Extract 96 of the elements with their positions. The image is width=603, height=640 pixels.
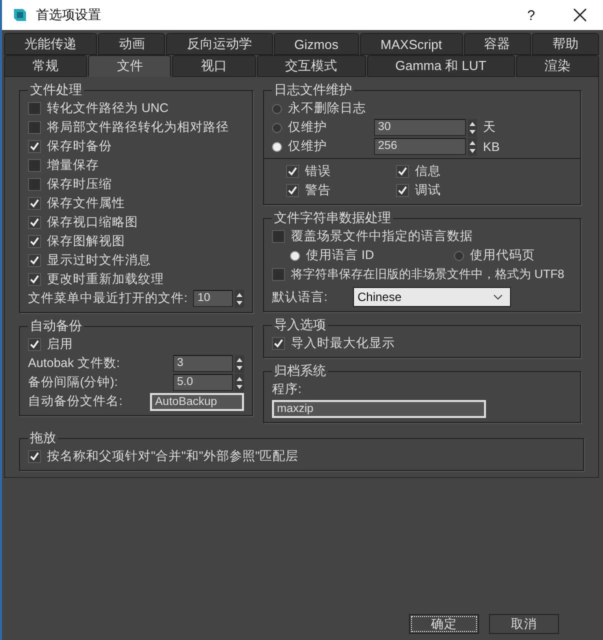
field-label: 默认语言: — [272, 288, 328, 306]
checkbox-label: 按名称和父项针对"合并"和"外部参照"匹配层 — [47, 448, 299, 465]
checkbox[interactable] — [28, 197, 41, 210]
radio-button[interactable] — [454, 250, 464, 260]
checkbox-label: 保存图解视图 — [47, 233, 125, 250]
checkbox-label: 更改时重新加载纹理 — [47, 271, 164, 288]
spinner-arrows-icon[interactable] — [235, 374, 244, 392]
field-label: 程序: — [272, 381, 302, 398]
group-title: 文件字符串数据处理 — [273, 209, 392, 227]
spinner-arrows-icon[interactable] — [235, 290, 244, 308]
checkbox-label: 转化文件路径为 UNC — [47, 100, 169, 117]
checkbox[interactable] — [286, 184, 299, 197]
tab[interactable]: MAXScript — [360, 33, 463, 55]
radio-label: 仅维护 — [288, 119, 328, 136]
checkbox-label: 警告 — [305, 182, 331, 199]
checkbox-label: 启用 — [47, 336, 73, 353]
dialog-button[interactable]: 取消 — [489, 614, 559, 634]
radio-label: 使用语言 ID — [306, 247, 374, 264]
tab[interactable]: 动画 — [98, 33, 166, 55]
checkbox[interactable] — [396, 184, 409, 197]
checkbox-label: 增量保存 — [47, 157, 99, 174]
radio-label: 使用代码页 — [470, 247, 535, 264]
tab[interactable]: 渲染 — [516, 55, 600, 77]
checkbox[interactable] — [286, 165, 299, 178]
checkbox[interactable] — [28, 159, 41, 172]
checkbox-label: 保存时备份 — [47, 138, 112, 155]
checkbox-label: 错误 — [305, 163, 331, 180]
group-title: 日志文件维护 — [273, 81, 353, 99]
tab[interactable]: 交互模式 — [256, 55, 366, 77]
checkbox[interactable] — [28, 235, 41, 248]
group-title: 导入选项 — [273, 316, 327, 334]
checkbox-label: 导入时最大化显示 — [291, 335, 395, 352]
checkbox-label: 调试 — [415, 182, 441, 199]
text-field[interactable]: AutoBackup — [150, 392, 244, 410]
tab[interactable]: Gizmos — [274, 33, 359, 55]
checkbox[interactable] — [28, 178, 41, 191]
field-label: 文件菜单中最近打开的文件: — [28, 290, 188, 307]
field-label: 自动备份文件名: — [28, 393, 122, 410]
radio-label: 永不删除日志 — [288, 100, 367, 117]
spinner-arrows-icon[interactable] — [468, 138, 477, 156]
field-label: 备份间隔(分钟): — [28, 374, 118, 391]
spinner-arrows-icon[interactable] — [235, 354, 244, 372]
number-field[interactable]: 3 — [173, 355, 233, 372]
tab[interactable]: 容器 — [464, 33, 531, 55]
checkbox[interactable] — [396, 165, 409, 178]
checkbox-label: 将局部文件路径转化为相对路径 — [47, 119, 229, 136]
text-field[interactable]: maxzip — [272, 400, 486, 418]
number-field[interactable]: 256 — [374, 138, 466, 155]
checkbox-label: 显示过时文件消息 — [47, 252, 151, 269]
checkbox[interactable] — [272, 337, 285, 350]
tab[interactable]: 常规 — [4, 55, 88, 77]
unit-label: 天 — [483, 119, 496, 136]
checkbox[interactable] — [28, 216, 41, 229]
checkbox[interactable] — [28, 254, 41, 267]
spinner-arrows-icon[interactable] — [468, 118, 477, 136]
language-dropdown[interactable]: Chinese — [353, 287, 512, 307]
number-field[interactable]: 30 — [374, 119, 466, 136]
help-button[interactable]: ? — [527, 7, 535, 23]
number-field[interactable]: 5.0 — [173, 374, 233, 391]
number-field[interactable]: 10 — [193, 290, 234, 307]
checkbox[interactable] — [28, 338, 41, 351]
checkbox-label: 覆盖场景文件中指定的语言数据 — [291, 228, 473, 245]
tab[interactable]: 文件 — [88, 55, 172, 77]
checkbox-label: 保存文件属性 — [47, 195, 125, 212]
radio-button[interactable] — [272, 142, 282, 152]
tab[interactable]: 光能传递 — [4, 33, 98, 55]
tab[interactable]: 反向运动学 — [166, 33, 273, 55]
close-icon[interactable] — [573, 8, 587, 22]
checkbox[interactable] — [28, 140, 41, 153]
tab[interactable]: 帮助 — [532, 33, 599, 55]
checkbox[interactable] — [272, 230, 285, 243]
radio-button[interactable] — [272, 122, 282, 132]
checkbox-label: 保存时压缩 — [47, 176, 112, 193]
radio-label: 仅维护 — [288, 138, 328, 155]
group-title: 归档系统 — [273, 362, 327, 380]
radio-button[interactable] — [290, 250, 300, 260]
app-icon — [12, 7, 28, 23]
dialog-button[interactable]: 确定 — [409, 614, 479, 634]
group-title: 拖放 — [29, 429, 57, 447]
checkbox[interactable] — [28, 273, 41, 286]
unit-label: KB — [483, 140, 500, 154]
radio-button[interactable] — [272, 104, 282, 114]
checkbox-label: 信息 — [415, 163, 441, 180]
tab[interactable]: 视口 — [172, 55, 256, 77]
group-title: 自动备份 — [29, 317, 83, 335]
checkbox-label: 保存视口缩略图 — [47, 214, 138, 231]
field-label: Autobak 文件数: — [28, 355, 120, 372]
checkbox[interactable] — [28, 450, 41, 463]
checkbox[interactable] — [28, 102, 41, 115]
checkbox[interactable] — [28, 121, 41, 134]
checkbox[interactable] — [272, 268, 285, 281]
group-title: 文件处理 — [29, 81, 83, 99]
checkbox-label: 将字符串保存在旧版的非场景文件中，格式为 UTF8 — [291, 266, 564, 283]
tab[interactable]: Gamma 和 LUT — [366, 55, 515, 77]
chevron-down-icon[interactable] — [493, 294, 504, 300]
window-title: 首选项设置 — [36, 6, 102, 24]
